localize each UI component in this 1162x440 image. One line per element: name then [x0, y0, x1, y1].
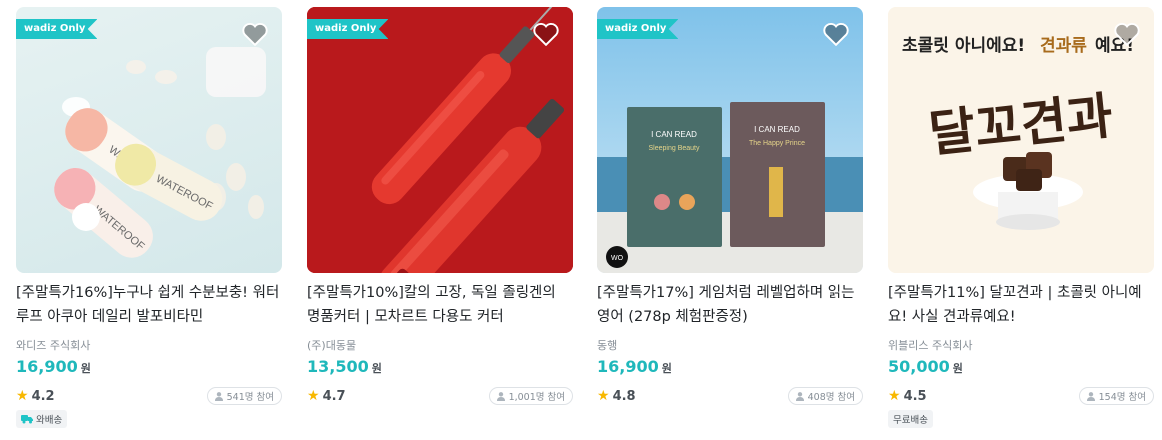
heart-icon[interactable]	[242, 22, 268, 46]
price-amount: 16,900	[16, 357, 78, 376]
banner-text-a: 초콜릿 아니에요!	[902, 36, 1025, 56]
shipping-badge: 무료배송	[888, 410, 933, 428]
product-image[interactable]: WATEROOF WATEROOF WATEROOF wadiz Only	[16, 7, 282, 273]
product-image[interactable]: wadiz Only	[307, 7, 573, 273]
price-currency: 원	[661, 362, 672, 375]
price: 16,900 원	[597, 357, 863, 383]
person-icon	[214, 391, 223, 401]
rating: ★ 4.8	[597, 388, 636, 404]
maker-name[interactable]: (주)대동물	[307, 337, 573, 353]
product-title[interactable]: [주말특가17%] 게임처럼 레벨업하며 읽는 영어 (278p 체험판증정)	[597, 281, 863, 329]
participants-badge: 408명 참여	[787, 387, 863, 405]
participants-badge: 1,001명 참여	[488, 387, 573, 405]
wadiz-only-badge: wadiz Only	[597, 19, 679, 39]
rating: ★ 4.2	[16, 388, 55, 404]
truck-icon	[21, 415, 33, 424]
rating-value: 4.2	[31, 388, 55, 404]
shipping-label: 무료배송	[893, 415, 928, 426]
product-image[interactable]: I CAN READ Sleeping Beauty I CAN READ Th…	[597, 7, 863, 273]
price-currency: 원	[80, 362, 91, 375]
meta-row: ★ 4.8 408명 참여	[597, 385, 863, 407]
nut-snack-illustration: 초콜릿 아니에요! 견과류 예요! 달꼬견과	[888, 7, 1154, 273]
price-currency: 원	[952, 362, 963, 375]
person-icon	[496, 391, 505, 401]
heart-icon[interactable]	[1114, 22, 1140, 46]
shipping-badge: 와배송	[16, 410, 68, 428]
star-icon: ★	[307, 388, 320, 404]
person-icon	[1086, 391, 1095, 401]
product-grid: WATEROOF WATEROOF WATEROOF wadiz Only	[0, 0, 1162, 440]
heart-icon[interactable]	[533, 22, 559, 46]
price: 16,900 원	[16, 357, 282, 383]
book1-subtitle: Sleeping Beauty	[649, 145, 700, 152]
shipping-label: 와배송	[36, 415, 63, 426]
product-image[interactable]: 초콜릿 아니에요! 견과류 예요! 달꼬견과	[888, 7, 1154, 273]
wadiz-only-badge: wadiz Only	[307, 19, 389, 39]
rating-value: 4.5	[903, 388, 927, 404]
product-title[interactable]: [주말특가10%]칼의 고장, 독일 졸링겐의 명품커터 | 모차르트 다용도 …	[307, 281, 573, 329]
price-amount: 50,000	[888, 357, 950, 376]
star-icon: ★	[888, 388, 901, 404]
product-card[interactable]: 초콜릿 아니에요! 견과류 예요! 달꼬견과 [주말특가11%] 달꼬견과 | …	[888, 7, 1154, 428]
meta-row: ★ 4.2 541명 참여	[16, 385, 282, 407]
participants-count: 154명 참여	[1098, 392, 1146, 403]
product-title[interactable]: [주말특가16%]누구나 쉽게 수분보충! 워터루프 아쿠아 데일리 발포비타민	[16, 281, 282, 329]
price: 50,000 원	[888, 357, 1154, 383]
heart-icon[interactable]	[823, 22, 849, 46]
price: 13,500 원	[307, 357, 573, 383]
rating: ★ 4.7	[307, 388, 346, 404]
product-title[interactable]: [주말특가11%] 달꼬견과 | 초콜릿 아니예요! 사실 견과류예요!	[888, 281, 1154, 329]
meta-row: ★ 4.7 1,001명 참여	[307, 385, 573, 407]
book2-subtitle: The Happy Prince	[749, 140, 805, 147]
star-icon: ★	[16, 388, 29, 404]
cutter-illustration	[307, 7, 573, 273]
maker-name[interactable]: 동행	[597, 337, 863, 353]
product-card[interactable]: I CAN READ Sleeping Beauty I CAN READ Th…	[597, 7, 863, 407]
participants-count: 408명 참여	[807, 392, 855, 403]
rating-value: 4.7	[322, 388, 346, 404]
wadiz-only-badge: wadiz Only	[16, 19, 98, 39]
price-currency: 원	[371, 362, 382, 375]
product-card[interactable]: WATEROOF WATEROOF WATEROOF wadiz Only	[16, 7, 282, 428]
meta-row: ★ 4.5 154명 참여	[888, 385, 1154, 407]
person-icon	[795, 391, 804, 401]
banner-text-b: 견과류	[1040, 36, 1087, 56]
participants-count: 1,001명 참여	[508, 392, 565, 403]
participants-badge: 541명 참여	[206, 387, 282, 405]
books-illustration: I CAN READ Sleeping Beauty I CAN READ Th…	[597, 7, 863, 273]
price-amount: 16,900	[597, 357, 659, 376]
star-icon: ★	[597, 388, 610, 404]
rating-value: 4.8	[612, 388, 636, 404]
vitamin-tubes-illustration: WATEROOF WATEROOF WATEROOF	[54, 47, 266, 258]
price-amount: 13,500	[307, 357, 369, 376]
book2-title: I CAN READ	[754, 125, 800, 134]
maker-name[interactable]: 위블리스 주식회사	[888, 337, 1154, 353]
participants-count: 541명 참여	[226, 392, 274, 403]
book1-title: I CAN READ	[651, 130, 697, 139]
rating: ★ 4.5	[888, 388, 927, 404]
maker-name[interactable]: 와디즈 주식회사	[16, 337, 282, 353]
svg-text:WO: WO	[611, 255, 624, 262]
participants-badge: 154명 참여	[1078, 387, 1154, 405]
product-card[interactable]: wadiz Only [주말특가10%]칼의 고장, 독일 졸링겐의 명품커터 …	[307, 7, 573, 407]
